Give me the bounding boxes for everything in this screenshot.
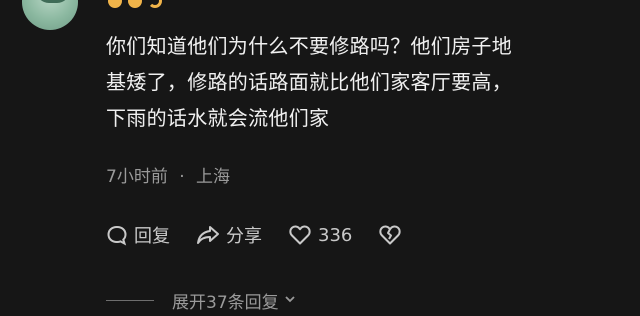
expand-replies-label: 展开37条回复: [172, 293, 279, 313]
dislike-button[interactable]: [378, 224, 402, 246]
share-button[interactable]: 分享: [196, 222, 262, 248]
like-count: 336: [318, 224, 353, 246]
reply-bubble-icon: [106, 224, 128, 246]
share-label: 分享: [226, 226, 262, 247]
comment-actions: 回复 分享 336: [106, 222, 428, 248]
broken-heart-icon: [378, 224, 402, 246]
level-badge-icon: [128, 0, 142, 8]
like-button[interactable]: 336: [288, 224, 352, 246]
share-arrow-icon: [196, 224, 220, 246]
comment-line: 下雨的话水就会流他们家: [106, 106, 330, 130]
crescent-badge-icon: [148, 0, 162, 8]
user-avatar[interactable]: [22, 0, 78, 30]
comment-line: 基矮了，修路的话路面就比他们家客厅要高，: [106, 70, 512, 94]
divider-line: [106, 300, 154, 301]
comment-location: 上海: [196, 167, 231, 187]
comment-line: 你们知道他们为什么不要修路吗？他们房子地: [106, 34, 512, 58]
comment-text: 你们知道他们为什么不要修路吗？他们房子地 基矮了，修路的话路面就比他们家客厅要高…: [106, 28, 626, 136]
level-badge-icon: [108, 0, 122, 8]
expand-replies-button[interactable]: 展开37条回复: [106, 288, 297, 313]
reply-label: 回复: [134, 226, 170, 247]
avatar-smile: [36, 0, 70, 3]
user-badges: [108, 0, 162, 10]
chevron-down-icon: [279, 291, 297, 311]
heart-outline-icon: [288, 224, 312, 246]
comment-meta: 7小时前 · 上海: [106, 162, 230, 187]
reply-button[interactable]: 回复: [106, 222, 170, 248]
comment-time: 7小时前: [106, 167, 168, 187]
meta-separator: ·: [179, 167, 185, 187]
